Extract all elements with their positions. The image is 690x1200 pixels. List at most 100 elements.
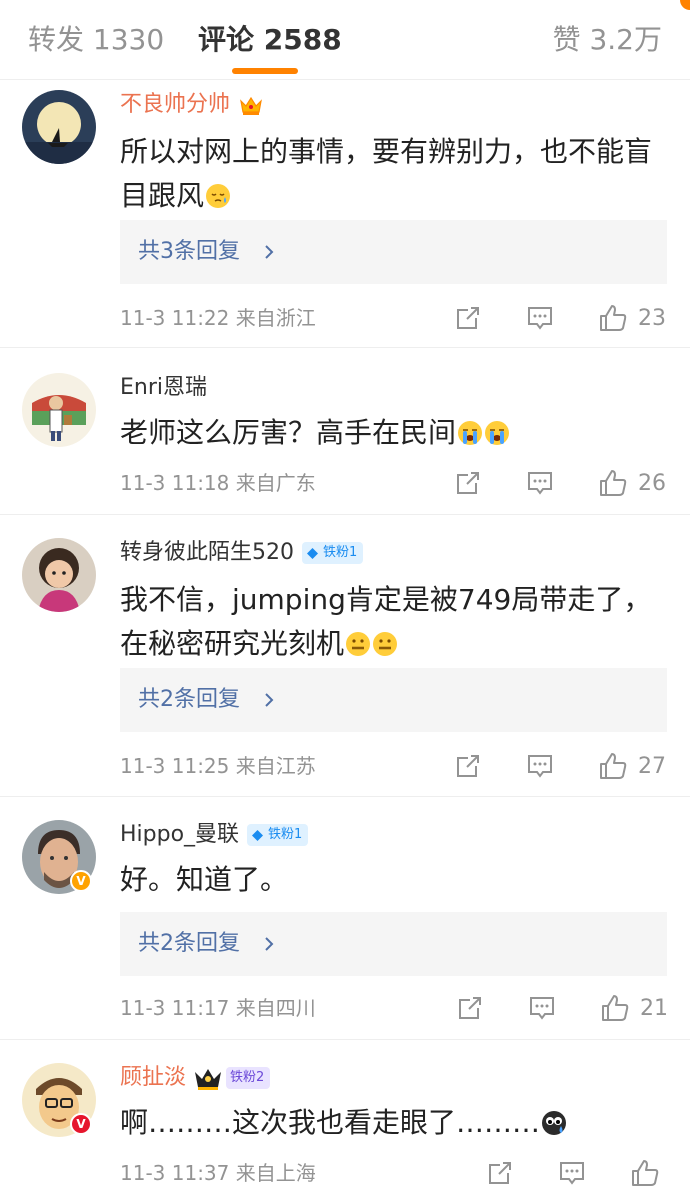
like-count: 21 <box>640 995 668 1021</box>
crown-icon <box>195 1069 222 1090</box>
reply-button[interactable] <box>526 749 554 783</box>
timestamp: 11-3 11:18 <box>120 471 230 495</box>
timestamp: 11-3 11:25 <box>120 754 230 778</box>
comment-icon <box>528 307 552 330</box>
fan-badge-label: 铁粉1 <box>323 545 358 560</box>
comment-text: 目跟风 <box>120 179 205 212</box>
timestamp: 11-3 11:17 <box>120 996 230 1020</box>
comment-text: 老师这么厉害？高手在民间 <box>120 416 457 449</box>
repost-button[interactable] <box>486 1156 514 1190</box>
username[interactable]: Enri恩瑞 <box>120 373 207 403</box>
location: 来自浙江 <box>235 306 316 330</box>
comment-icon <box>560 1162 584 1185</box>
view-replies-button[interactable]: 共2条回复 <box>120 912 667 976</box>
username[interactable]: 顾扯淡 <box>120 1063 186 1093</box>
comment-meta: 11-3 11:18 来自广东 <box>120 469 316 497</box>
chevron-right-icon <box>265 937 274 951</box>
share-icon <box>457 755 479 777</box>
comment-meta: 11-3 11:25 来自江苏 <box>120 752 316 780</box>
repost-button[interactable] <box>456 991 484 1025</box>
comment-text-line: 我不信，jumping肯定是被749局带走了， <box>120 583 652 616</box>
location: 来自江苏 <box>235 754 316 778</box>
reply-button[interactable] <box>526 301 554 335</box>
avatar[interactable] <box>22 90 96 164</box>
loudly-crying-face-emoji <box>458 421 483 445</box>
comment-text-line: 好。知道了。 <box>120 863 289 896</box>
comment-text: 在秘密研究光刻机 <box>120 627 345 660</box>
replies-label: 共2条回复 <box>138 687 240 712</box>
share-icon <box>489 1162 511 1184</box>
comment-icon <box>530 997 554 1020</box>
username[interactable]: Hippo_曼联 <box>120 820 239 850</box>
location: 来自上海 <box>235 1161 316 1185</box>
reply-button[interactable] <box>526 466 554 500</box>
thumbs-up-icon <box>602 995 629 1021</box>
location: 来自四川 <box>235 996 316 1020</box>
repost-button[interactable] <box>454 749 482 783</box>
active-tab-indicator <box>232 68 298 74</box>
comment-meta: 11-3 11:37 来自上海 <box>120 1159 316 1187</box>
comment-item: 转身彼此陌生520 铁粉1 我不信，jumping肯定是被749局带走了， 在秘… <box>0 516 690 797</box>
comment-meta: 11-3 11:22 来自浙江 <box>120 304 316 332</box>
reply-button[interactable] <box>528 991 556 1025</box>
thumbs-up-icon <box>600 470 627 496</box>
like-button[interactable]: 26 <box>598 466 666 500</box>
comment-item: Enri恩瑞 老师这么厉害？高手在民间 11-3 11:18 来自广东 26 <box>0 349 690 515</box>
view-replies-button[interactable]: 共2条回复 <box>120 668 667 732</box>
like-button[interactable]: 23 <box>598 301 666 335</box>
chevron-right-icon <box>265 245 274 259</box>
avatar[interactable] <box>22 538 96 612</box>
comment-text-line: 在秘密研究光刻机 <box>120 622 670 666</box>
comment-text-line: 老师这么厉害？高手在民间 <box>120 411 670 455</box>
comment-icon <box>528 472 552 495</box>
location: 来自广东 <box>235 471 316 495</box>
vip-crown-icon <box>240 96 262 115</box>
comment-meta: 11-3 11:17 来自四川 <box>120 994 316 1022</box>
thumbs-up-icon <box>600 305 627 331</box>
repost-button[interactable] <box>454 301 482 335</box>
zipper-mouth-face-emoji <box>373 632 398 656</box>
verified-v-icon: V <box>70 870 92 892</box>
sleepy-face-emoji <box>206 184 231 208</box>
timestamp: 11-3 11:37 <box>120 1161 230 1185</box>
username[interactable]: 转身彼此陌生520 <box>120 538 294 568</box>
loudly-crying-face-emoji <box>485 421 510 445</box>
fan-badge-label: 铁粉2 <box>230 1070 265 1085</box>
share-icon <box>457 472 479 494</box>
reply-button[interactable] <box>558 1156 586 1190</box>
comment-text: 啊………这次我也看走眼了……… <box>120 1106 541 1139</box>
tab-bar: 转发 1330 评论 2588 赞 3.2万 <box>0 0 690 80</box>
replies-label: 共3条回复 <box>138 239 240 264</box>
comment-text-line: 所以对网上的事情，要有辨别力，也不能盲 <box>120 135 653 168</box>
timestamp: 11-3 11:22 <box>120 306 230 330</box>
tab-comments[interactable]: 评论 2588 <box>198 20 342 60</box>
repost-button[interactable] <box>454 466 482 500</box>
zipper-mouth-face-emoji <box>346 632 371 656</box>
fan-badge-label: 铁粉1 <box>268 827 303 842</box>
like-button[interactable] <box>630 1156 660 1190</box>
like-count: 23 <box>638 305 666 331</box>
fan-badge: 铁粉1 <box>302 542 364 564</box>
comment-item: V Hippo_曼联 铁粉1 好。知道了。 共2条回复 11-3 11:17 来… <box>0 798 690 1040</box>
replies-label: 共2条回复 <box>138 931 240 956</box>
verified-v-icon: V <box>70 1113 92 1135</box>
view-replies-button[interactable]: 共3条回复 <box>120 220 667 284</box>
share-icon <box>457 307 479 329</box>
avatar[interactable] <box>22 373 96 447</box>
like-count: 26 <box>638 470 666 496</box>
thumbs-up-icon <box>600 753 627 779</box>
like-button[interactable]: 27 <box>598 749 666 783</box>
comment-item: V 顾扯淡 铁粉2 啊………这次我也看走眼了……… 11-3 11:37 来自上… <box>0 1041 690 1200</box>
like-count: 27 <box>638 753 666 779</box>
username[interactable]: 不良帅分帅 <box>120 90 230 120</box>
diamond-icon <box>307 547 318 559</box>
tab-likes[interactable]: 赞 3.2万 <box>553 20 662 60</box>
chevron-right-icon <box>265 693 274 707</box>
tab-repost[interactable]: 转发 1330 <box>28 20 164 60</box>
like-button[interactable]: 21 <box>600 991 668 1025</box>
fan-badge: 铁粉2 <box>226 1067 271 1089</box>
comment-item: 不良帅分帅 所以对网上的事情，要有辨别力，也不能盲 目跟风 共3条回复 11-3… <box>0 80 690 348</box>
diamond-icon <box>252 829 264 841</box>
thumbs-up-icon <box>632 1160 659 1186</box>
sweat-face-emoji <box>542 1111 567 1135</box>
